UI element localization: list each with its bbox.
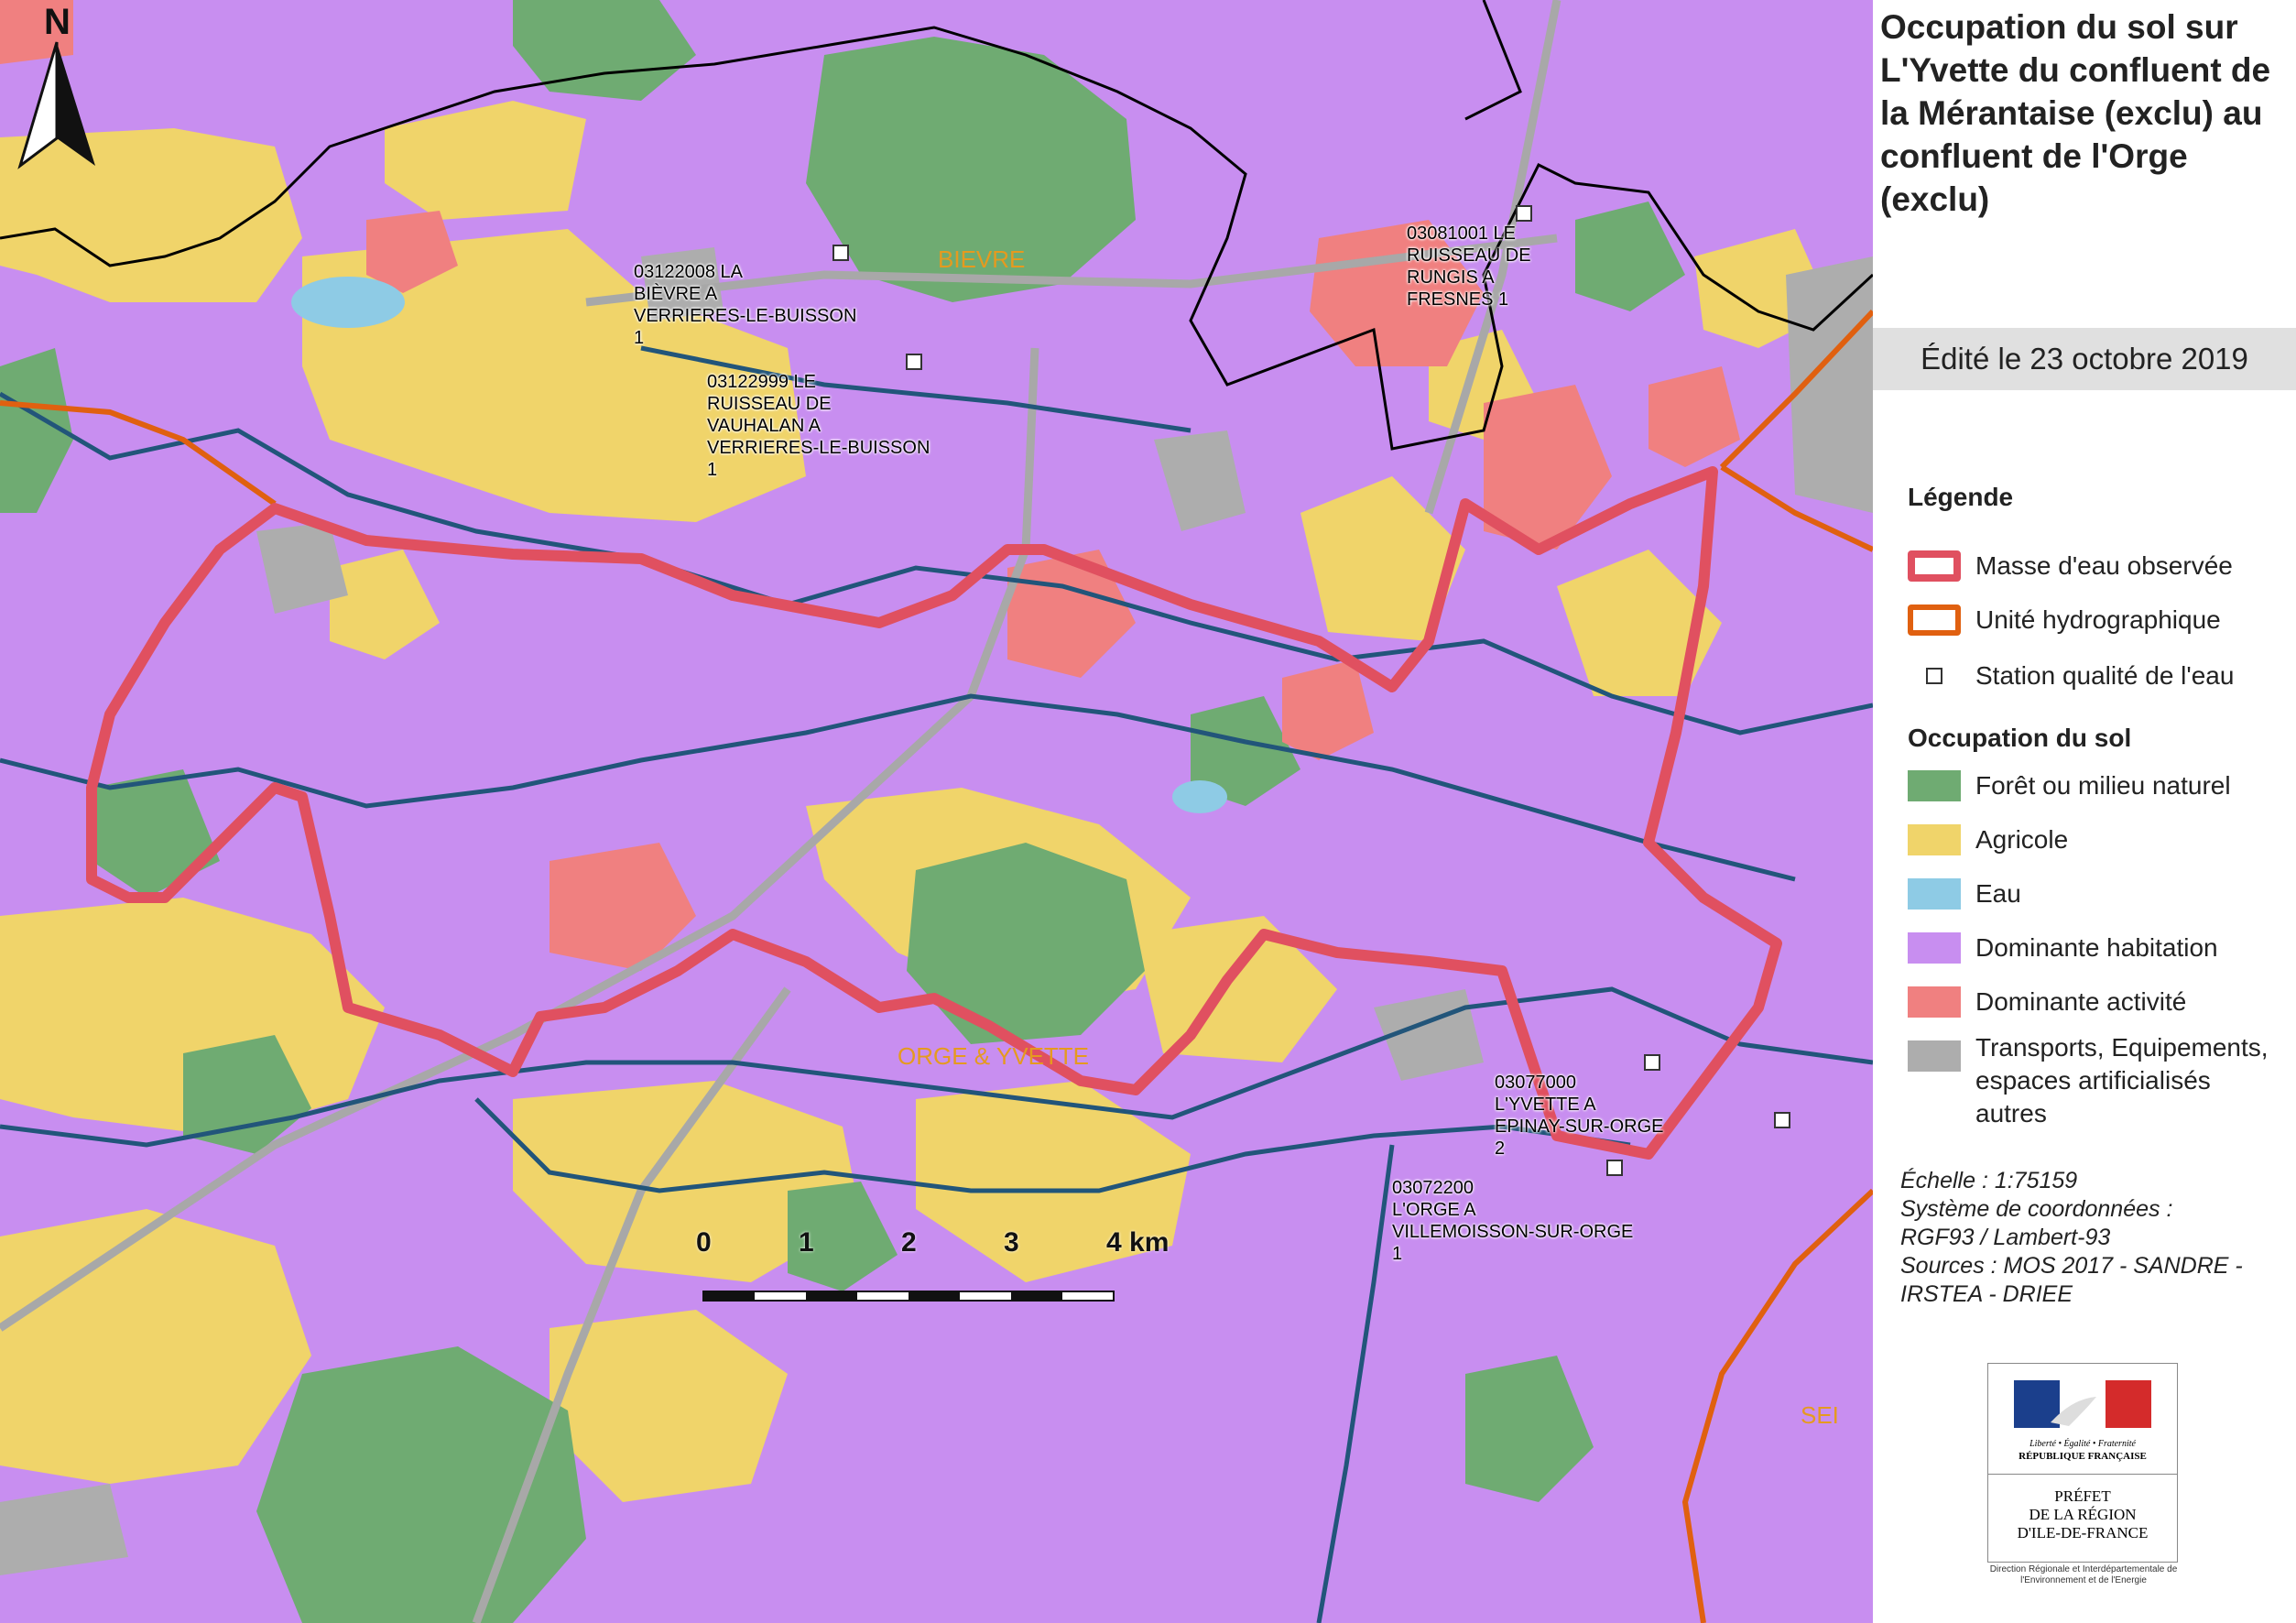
- legend-label: Forêt ou milieu naturel: [1975, 771, 2231, 800]
- logo-motto: Liberté • Égalité • Fraternité: [2029, 1439, 2136, 1449]
- station-marker[interactable]: [1606, 1160, 1623, 1176]
- transport-swatch: [1908, 1040, 1961, 1072]
- station-marker[interactable]: [906, 354, 922, 370]
- north-arrow-icon: [17, 41, 95, 169]
- legend-item-hydro-unit: [1908, 602, 1961, 638]
- legend-item-water-body: [1908, 548, 1961, 584]
- legend-label: Transports, Equipements, espaces artific…: [1975, 1033, 2269, 1127]
- north-arrow: N: [9, 2, 101, 170]
- scale-text: Échelle : 1:75159: [1900, 1168, 2078, 1193]
- water-swatch: [1908, 878, 1961, 910]
- legend-label: Dominante habitation: [1975, 933, 2218, 962]
- red-outline-swatch: [1908, 550, 1961, 582]
- station-label: 03072200 L'ORGE A VILLEMOISSON-SUR-ORGE …: [1392, 1178, 1634, 1264]
- zone-label: BIEVRE: [938, 245, 1026, 273]
- crs-text: Système de coordonnées : RGF93 / Lambert…: [1900, 1196, 2173, 1250]
- map-title: Occupation du sol sur L'Yvette du conflu…: [1880, 8, 2271, 218]
- activity-swatch: [1908, 986, 1961, 1018]
- legend-label: Agricole: [1975, 825, 2069, 854]
- sources-text: Sources : MOS 2017 - SANDRE - IRSTEA - D…: [1900, 1253, 2243, 1307]
- station-marker[interactable]: [1516, 205, 1532, 222]
- edition-date: Édité le 23 octobre 2019: [1873, 328, 2296, 390]
- station-label: 03081001 LE RUISSEAU DE RUNGIS A FRESNES…: [1407, 223, 1531, 310]
- legend-item-activity: [1908, 984, 1961, 1020]
- legend-item-forest: [1908, 768, 1961, 804]
- legend-item-agricultural: [1908, 822, 1961, 858]
- logo-republic: RÉPUBLIQUE FRANÇAISE: [2019, 1451, 2147, 1462]
- zone-label: SEI: [1801, 1401, 1839, 1429]
- marianne-logo-icon: [2014, 1380, 2151, 1428]
- zone-label: ORGE & YVETTE: [898, 1042, 1090, 1070]
- habitation-swatch: [1908, 932, 1961, 964]
- landuse-heading: Occupation du sol: [1908, 724, 2132, 752]
- map-metadata: Échelle : 1:75159 Système de coordonnées…: [1900, 1167, 2267, 1309]
- legend-label: Masse d'eau observée: [1975, 551, 2233, 580]
- station-label: 03077000 L'YVETTE A EPINAY-SUR-ORGE 2: [1495, 1073, 1664, 1159]
- legend-label: Unité hydrographique: [1975, 605, 2221, 634]
- station-marker[interactable]: [1774, 1112, 1790, 1128]
- land-use-map: [0, 0, 1873, 1623]
- forest-swatch: [1908, 770, 1961, 801]
- legend-item-water: [1908, 876, 1961, 912]
- legend-item-habitation: [1908, 930, 1961, 966]
- legend-label: Dominante activité: [1975, 987, 2187, 1016]
- legend-item-station: [1908, 658, 1942, 694]
- legend-heading: Légende: [1908, 483, 2014, 511]
- station-square-icon: [1926, 668, 1942, 684]
- prefecture-logo: Liberté • Égalité • Fraternité RÉPUBLIQU…: [1987, 1363, 2178, 1563]
- logo-divider: [1988, 1474, 2177, 1475]
- legend-item-transport: [1908, 1038, 1961, 1074]
- orange-outline-swatch: [1908, 605, 1961, 636]
- map-view[interactable]: N 03122008 LA BIÈVRE A VERRIERES-LE-BUIS…: [0, 0, 1873, 1623]
- station-marker[interactable]: [832, 245, 849, 261]
- station-label: 03122008 LA BIÈVRE A VERRIERES-LE-BUISSO…: [634, 262, 857, 348]
- agricultural-swatch: [1908, 824, 1961, 855]
- station-marker[interactable]: [1644, 1054, 1660, 1071]
- station-label: 03122999 LE RUISSEAU DE VAUHALAN A VERRI…: [707, 372, 930, 480]
- legend-label: Station qualité de l'eau: [1975, 661, 2235, 690]
- logo-prefet: PRÉFET DE LA RÉGION D'ILE-DE-FRANCE: [2017, 1487, 2149, 1541]
- legend-label: Eau: [1975, 879, 2021, 908]
- legend-panel: Occupation du sol sur L'Yvette du conflu…: [1873, 0, 2296, 1623]
- scale-bar: 0 1 2 3 4 km: [678, 1227, 1191, 1310]
- logo-caption: Direction Régionale et Interdépartementa…: [1989, 1564, 2178, 1585]
- scale-bar-graphic: [702, 1291, 1115, 1302]
